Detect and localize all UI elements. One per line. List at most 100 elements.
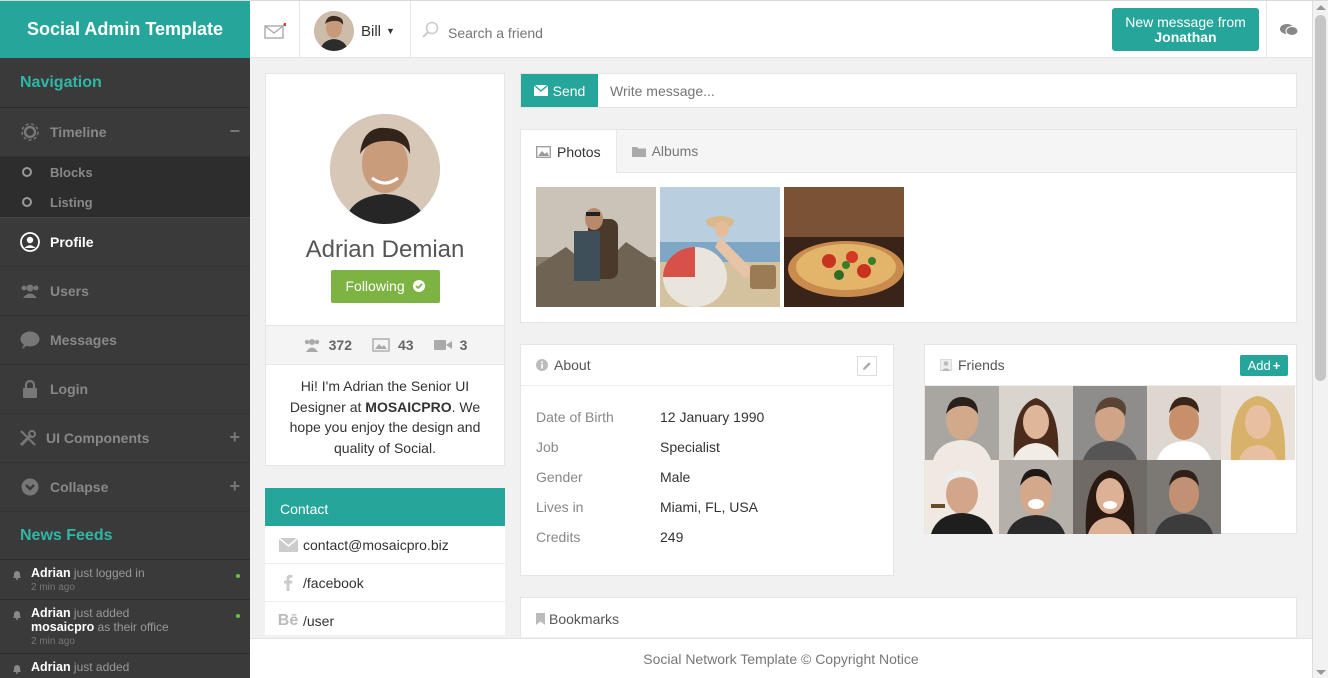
sidebar-item-users[interactable]: Users (0, 267, 250, 316)
topbar: Bill ▼ New message from Jonathan (250, 1, 1312, 58)
friends-stat[interactable]: 372 (298, 337, 357, 353)
sidebar-item-label: Timeline (50, 124, 107, 140)
friends-panel: Friends Add + (924, 344, 1297, 534)
sidebar-item-profile[interactable]: Profile (0, 218, 250, 267)
media-panel: Photos Albums (520, 129, 1297, 323)
sidebar-item-ui-components[interactable]: UI Components + (0, 414, 250, 463)
about-panel: About Date of Birth 12 January 1990 Job Sp… (520, 344, 894, 576)
feed-action: just added (70, 660, 130, 674)
scroll-up-arrow[interactable] (1316, 5, 1326, 10)
sidebar-item-label: Profile (50, 234, 94, 250)
edit-pencil-icon[interactable] (857, 356, 877, 376)
following-button[interactable]: Following (330, 270, 440, 303)
about-row: Credits 249 (521, 522, 893, 552)
feed-item[interactable]: Adrian just added (0, 654, 250, 678)
profile-avatar[interactable] (330, 114, 440, 224)
photo-pizza[interactable] (784, 187, 904, 307)
check-circle-icon (412, 279, 425, 295)
feed-item[interactable]: Adrian just added mosaicpro as their off… (0, 600, 250, 654)
about-value: Miami, FL, USA (660, 499, 759, 515)
chevron-circle-icon (20, 477, 40, 497)
friend-avatar[interactable] (1073, 460, 1147, 534)
friend-avatar[interactable] (1221, 386, 1295, 460)
friend-avatar[interactable] (925, 386, 999, 460)
divider (410, 1, 411, 58)
search-box (422, 21, 748, 44)
feed-item[interactable]: Adrian just logged in 2 min ago (0, 560, 250, 600)
contact-email-row[interactable]: contact@mosaicpro.biz (265, 526, 505, 564)
friend-avatar[interactable] (999, 460, 1073, 534)
users-icon (20, 281, 40, 301)
friend-avatar[interactable] (1073, 386, 1147, 460)
videos-stat[interactable]: 3 (429, 337, 473, 353)
contact-panel: Contact contact@mosaicpro.biz /facebook … (265, 488, 505, 640)
feed-user[interactable]: Adrian (31, 606, 71, 620)
circle-icon (22, 167, 32, 177)
sidebar-item-login[interactable]: Login (0, 365, 250, 414)
photos-stat[interactable]: 43 (367, 337, 419, 353)
message-input[interactable] (598, 74, 1296, 107)
sidebar-item-label: UI Components (46, 430, 150, 446)
sidebar-subitem-blocks[interactable]: Blocks (0, 157, 250, 187)
navigation-heading: Navigation (0, 58, 250, 108)
feed-user[interactable]: Adrian (31, 566, 71, 580)
image-icon (536, 145, 551, 158)
photo-grid (521, 173, 1296, 307)
photo-hiker[interactable] (536, 187, 656, 307)
feed-user[interactable]: Adrian (31, 660, 71, 674)
feed-action: as their office (94, 620, 169, 634)
friend-avatar[interactable] (1147, 460, 1221, 534)
about-row: Date of Birth 12 January 1990 (521, 402, 893, 432)
user-menu[interactable]: Bill ▼ (314, 11, 395, 51)
plus-icon: + (1272, 358, 1281, 373)
photo-beach[interactable] (660, 187, 780, 307)
footer: Social Network Template © Copyright Noti… (250, 638, 1312, 678)
profile-card: Adrian Demian Following 372 43 3 Hi! I'm… (265, 73, 505, 466)
sidebar-item-collapse[interactable]: Collapse + (0, 463, 250, 512)
sidebar-subitem-listing[interactable]: Listing (0, 187, 250, 217)
friend-avatar[interactable] (999, 386, 1073, 460)
contact-behance-row[interactable]: Bē /user (265, 602, 505, 640)
online-dot (236, 574, 240, 578)
facebook-icon (277, 574, 299, 591)
new-message-button[interactable]: New message from Jonathan (1112, 8, 1259, 51)
add-friend-button[interactable]: Add + (1240, 355, 1288, 376)
scroll-down-arrow[interactable] (1316, 670, 1326, 675)
sidebar-item-label: Login (50, 381, 89, 397)
collapse-minus-icon[interactable]: − (229, 122, 240, 140)
online-dot (236, 614, 240, 618)
app-window: Social Admin Template Navigation Timelin… (0, 0, 1328, 678)
users-icon (303, 338, 321, 352)
sidebar-item-timeline[interactable]: Timeline − (0, 108, 250, 157)
contact-heading: Contact (265, 488, 505, 526)
scrollbar-thumb[interactable] (1315, 15, 1326, 381)
tab-photos[interactable]: Photos (521, 130, 617, 173)
bell-icon (12, 569, 22, 580)
media-tabs: Photos Albums (521, 130, 1296, 173)
about-row: Lives in Miami, FL, USA (521, 492, 893, 522)
bio-company: MOSAICPRO (365, 398, 452, 415)
expand-plus-icon[interactable]: + (229, 428, 240, 446)
comments-icon[interactable] (1280, 23, 1299, 42)
send-button[interactable]: Send (521, 74, 598, 107)
caret-down-icon: ▼ (386, 26, 395, 36)
bell-icon (12, 609, 22, 620)
friend-avatar[interactable] (1147, 386, 1221, 460)
sidebar-item-messages[interactable]: Messages (0, 316, 250, 365)
expand-plus-icon[interactable]: + (229, 477, 240, 495)
envelope-icon (277, 537, 299, 552)
profile-stats: 372 43 3 (266, 325, 504, 365)
about-value: 12 January 1990 (660, 409, 765, 425)
envelope-icon[interactable] (264, 22, 287, 44)
brand-title[interactable]: Social Admin Template (0, 1, 250, 58)
feed-object[interactable]: mosaicpro (31, 620, 94, 634)
contact-behance: /user (303, 612, 335, 629)
friends-grid (925, 386, 1296, 534)
sidebar-item-label: Users (50, 283, 89, 299)
tab-albums[interactable]: Albums (617, 130, 714, 172)
friend-avatar[interactable] (925, 460, 999, 534)
bookmarks-header: Bookmarks (521, 598, 1296, 639)
vertical-scrollbar[interactable] (1312, 1, 1328, 678)
search-input[interactable] (448, 24, 748, 41)
contact-facebook-row[interactable]: /facebook (265, 564, 505, 602)
